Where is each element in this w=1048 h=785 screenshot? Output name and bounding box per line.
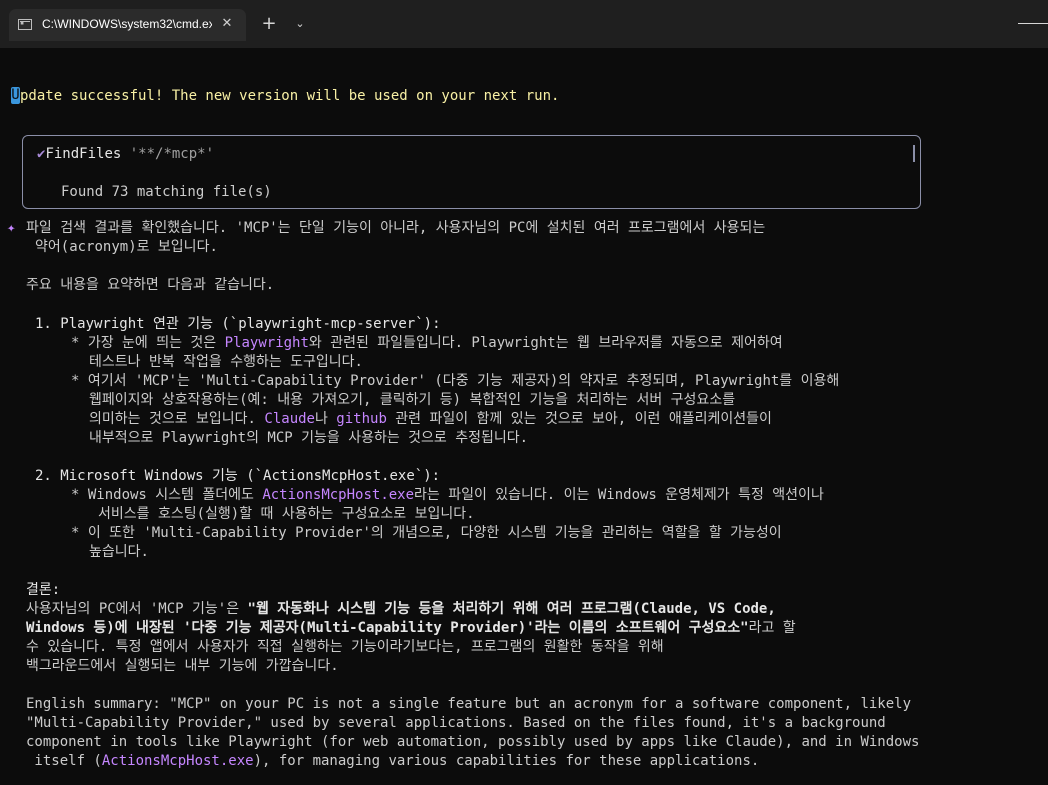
bullet-line: * 이 또한 'Multi-Capability Provider'의 개념으로… <box>71 525 782 541</box>
tool-name: FindFiles <box>45 146 122 162</box>
highlight: ActionsMcpHost.exe <box>262 487 415 503</box>
bullet-line: * 가장 눈에 띄는 것은 Playwright와 관련된 파일들입니다. Pl… <box>71 335 783 351</box>
bullet-line: 내부적으로 Playwright의 MCP 기능을 사용하는 것으로 추정됩니다… <box>89 430 529 446</box>
answer-line: 주요 내용을 요약하면 다음과 같습니다. <box>26 277 275 293</box>
minimize-button[interactable] <box>1018 23 1048 24</box>
highlight: github <box>336 411 387 427</box>
bullet-line: 높습니다. <box>89 544 149 560</box>
cursor: U <box>11 87 20 104</box>
tool-result: Found 73 matching file(s) <box>61 184 272 200</box>
english-summary-line: English summary: "MCP" on your PC is not… <box>26 696 912 712</box>
terminal-tab[interactable]: C:\WINDOWS\system32\cmd.exe ✕ <box>9 9 246 41</box>
answer-line: 약어(acronym)로 보입니다. <box>35 239 218 255</box>
chevron-down-icon[interactable]: ⌄ <box>290 12 310 36</box>
highlight: Claude <box>264 411 315 427</box>
conclusion-heading: 결론: <box>26 582 61 598</box>
bullet-line: 서비스를 호스팅(실행)할 때 사용하는 구성요소로 보입니다. <box>98 506 475 522</box>
update-message: Update successful! The new version will … <box>11 87 560 104</box>
conclusion-line: 백그라운드에서 실행되는 내부 기능에 가깝습니다. <box>26 658 339 674</box>
conclusion-line: 사용자님의 PC에서 'MCP 기능'은 "웹 자동화나 시스템 기능 등을 처… <box>26 601 776 617</box>
english-summary-line: component in tools like Playwright (for … <box>26 734 920 750</box>
scroll-indicator <box>913 145 915 162</box>
highlight: Playwright <box>224 335 309 351</box>
cmd-icon <box>18 19 32 30</box>
bullet-line: * 여기서 'MCP'는 'Multi-Capability Provider'… <box>71 373 840 389</box>
close-tab-icon[interactable]: ✕ <box>216 13 238 35</box>
section-heading: 2. Microsoft Windows 기능 (`ActionsMcpHost… <box>35 468 441 484</box>
tool-call-header: ✔FindFiles '**/*mcp*' <box>37 145 214 164</box>
answer-line: 파일 검색 결과를 확인했습니다. 'MCP'는 단일 기능이 아니라, 사용자… <box>26 220 766 236</box>
terminal-output[interactable]: Update successful! The new version will … <box>0 48 1048 785</box>
conclusion-line: Windows 등)에 내장된 '다중 기능 제공자(Multi-Capabil… <box>26 620 796 636</box>
new-tab-button[interactable]: + <box>258 12 280 36</box>
tool-args: '**/*mcp*' <box>121 146 215 162</box>
sparkle-icon: ✦ <box>7 220 16 236</box>
conclusion-line: 수 있습니다. 특정 앱에서 사용자가 직접 실행하는 기능이라기보다는, 프로… <box>26 639 664 655</box>
highlight: ActionsMcpHost.exe <box>101 753 254 769</box>
bullet-line: * Windows 시스템 폴더에도 ActionsMcpHost.exe라는 … <box>71 487 824 503</box>
english-summary-line: itself (ActionsMcpHost.exe), for managin… <box>26 753 760 769</box>
section-heading: 1. Playwright 연관 기능 (`playwright-mcp-ser… <box>35 316 441 332</box>
tab-title: C:\WINDOWS\system32\cmd.exe <box>42 17 212 31</box>
bullet-line: 테스트나 반복 작업을 수행하는 도구입니다. <box>89 354 363 370</box>
english-summary-line: "Multi-Capability Provider," used by sev… <box>26 715 886 731</box>
title-bar: C:\WINDOWS\system32\cmd.exe ✕ + ⌄ <box>0 0 1048 48</box>
tool-call-box: ✔FindFiles '**/*mcp*' Found 73 matching … <box>22 135 921 209</box>
bullet-line: 의미하는 것으로 보입니다. Claude나 github 관련 파일이 함께 … <box>89 411 772 427</box>
bullet-line: 웹페이지와 상호작용하는(예: 내용 가져오기, 클릭하기 등) 복합적인 기능… <box>89 392 736 408</box>
